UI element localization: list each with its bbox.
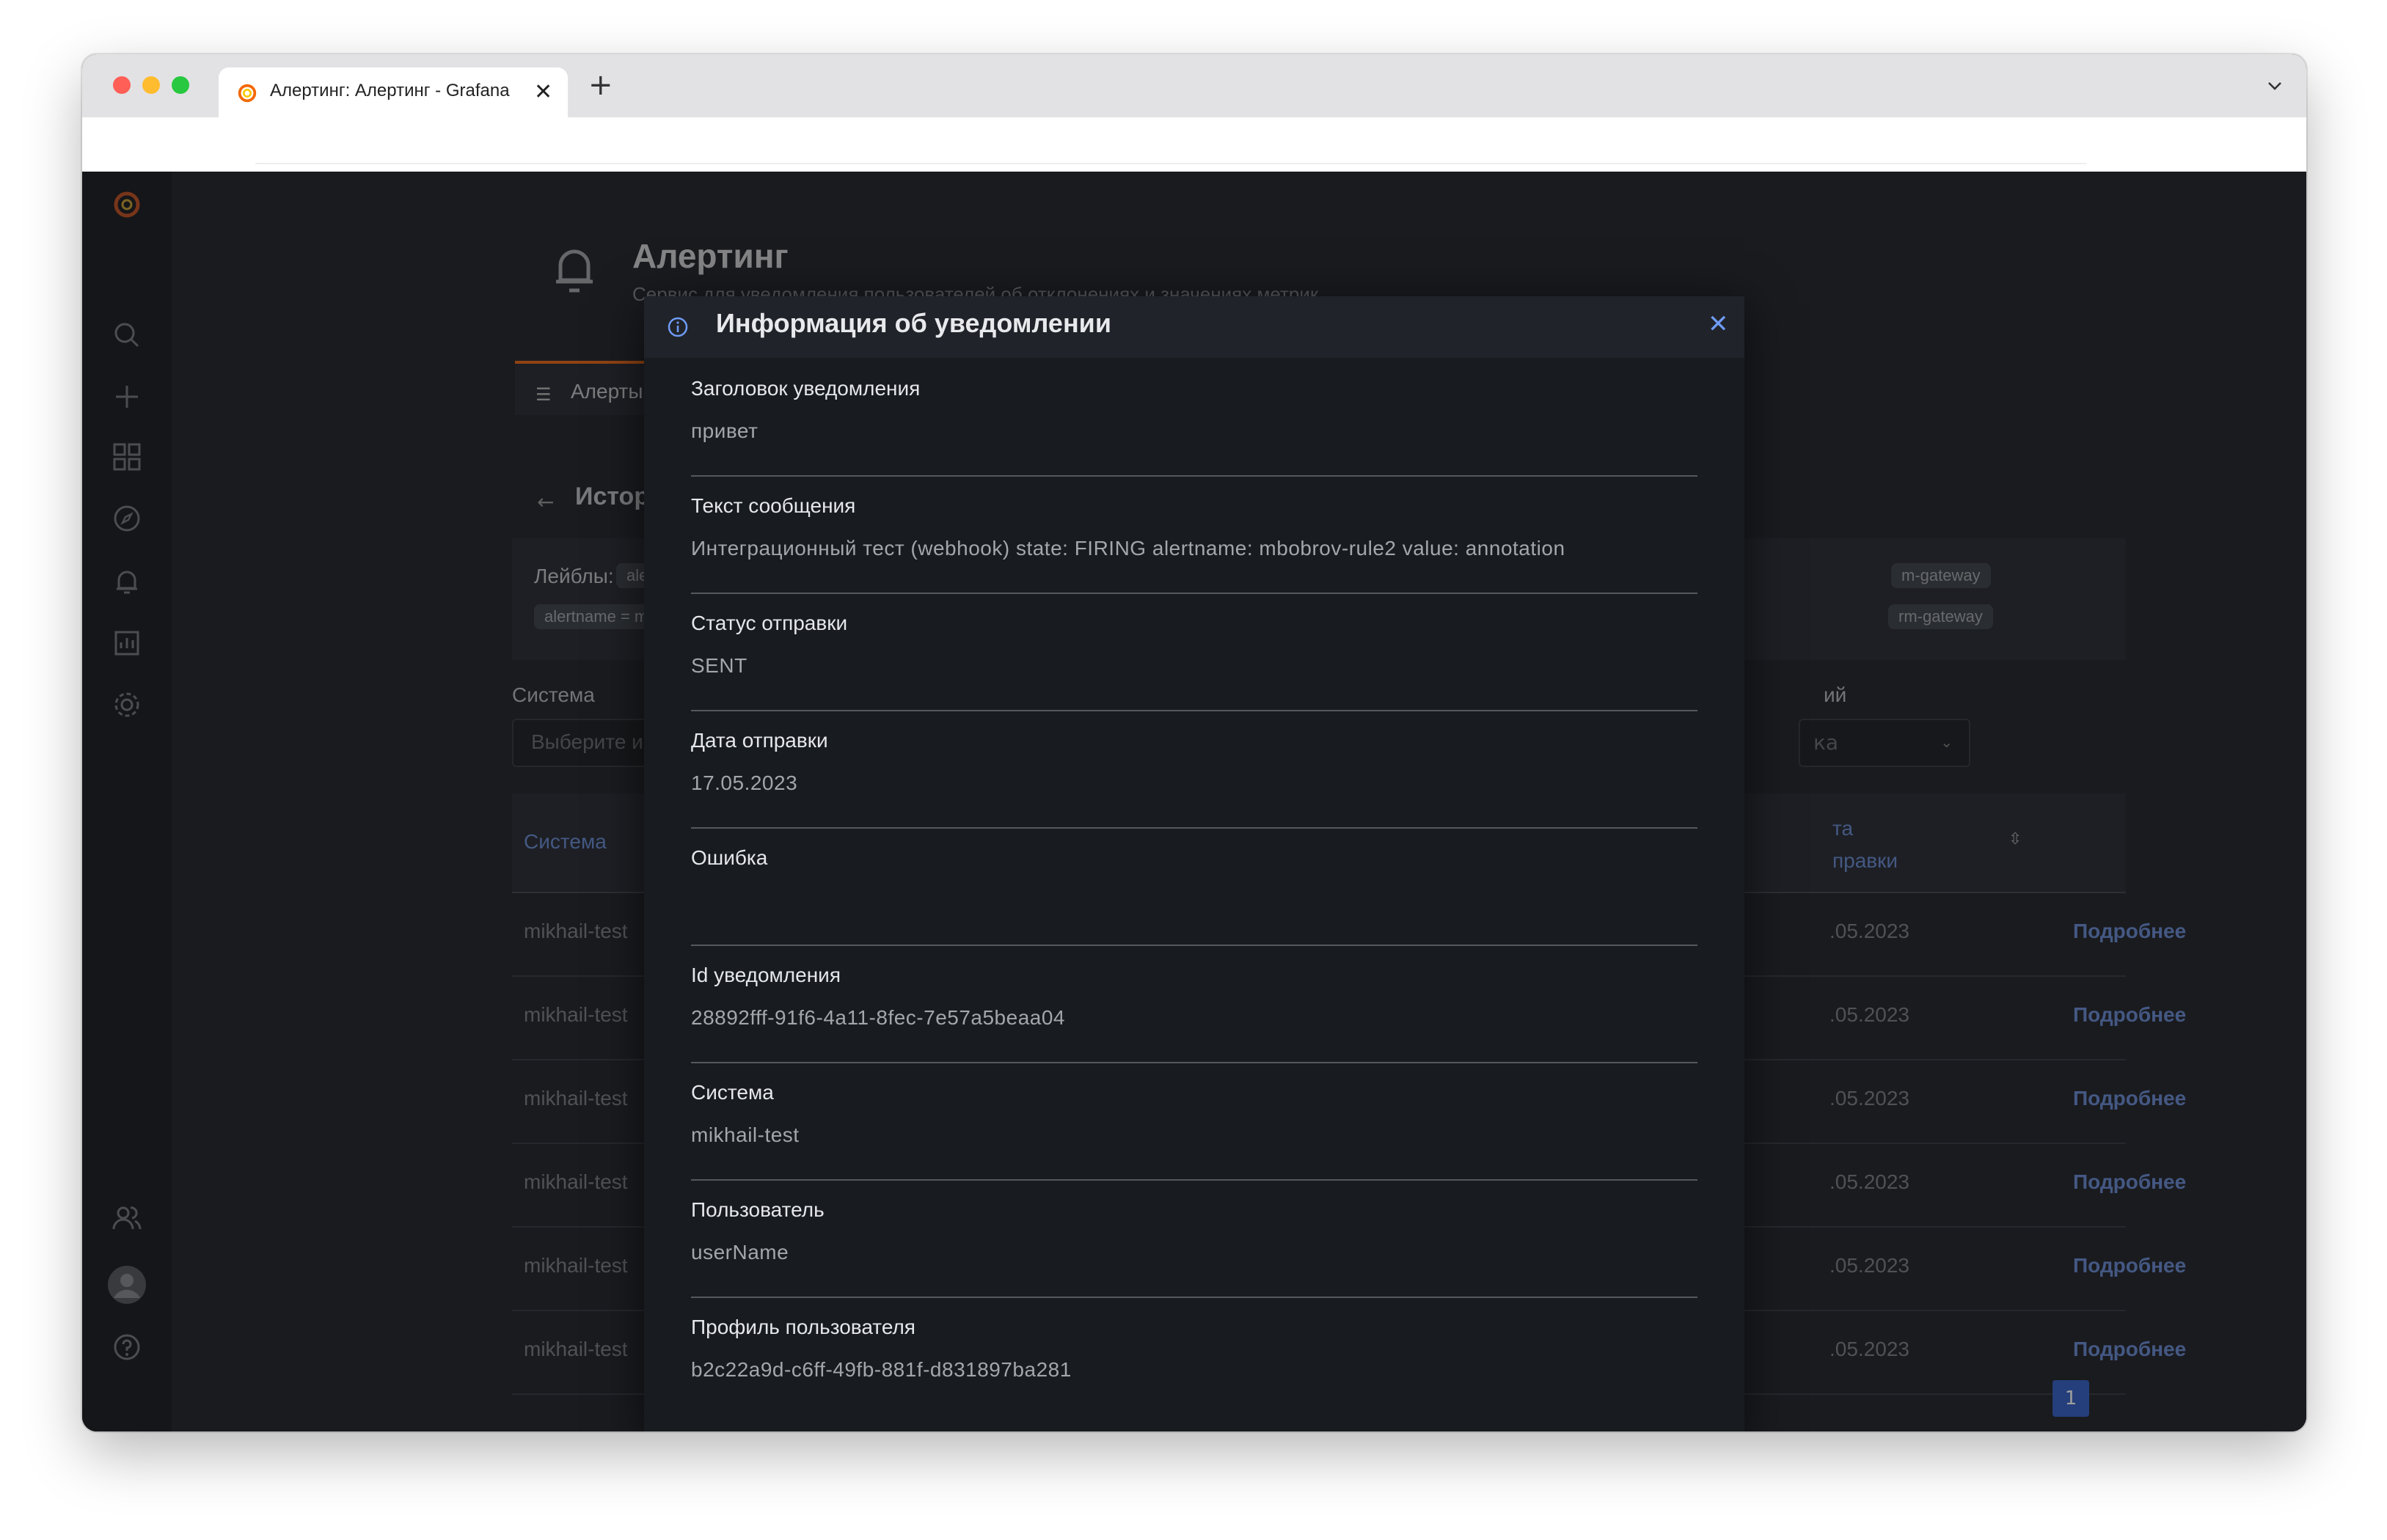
notification-info-modal: Информация об уведомлении ✕ Заголовок ув… — [644, 296, 1744, 1431]
info-icon — [668, 317, 688, 337]
modal-header: Информация об уведомлении ✕ — [644, 296, 1744, 358]
browser-tab-title: Алертинг: Алертинг - Grafana — [270, 81, 510, 100]
modal-title: Информация об уведомлении — [716, 308, 1111, 338]
field-send-status: Статус отправки SENT — [691, 593, 1697, 711]
field-value: mikhail-test — [691, 1123, 800, 1146]
field-value: привет — [691, 419, 758, 442]
field-value: 17.05.2023 — [691, 771, 798, 794]
field-value: userName — [691, 1241, 789, 1264]
field-label: Статус отправки — [691, 612, 848, 634]
field-label: Id уведомления — [691, 964, 841, 986]
field-label: Текст сообщения — [691, 494, 856, 517]
field-label: Дата отправки — [691, 729, 828, 752]
field-value: SENT — [691, 654, 747, 677]
field-label: Профиль пользователя — [691, 1316, 915, 1338]
field-value: b2c22a9d-c6ff-49fb-881f-d831897ba281 — [691, 1358, 1072, 1381]
new-tab-button[interactable]: + — [588, 70, 613, 100]
close-icon[interactable]: ✕ — [1708, 309, 1729, 339]
close-window-button[interactable] — [113, 76, 131, 94]
browser-tab-bar: Алертинг: Алертинг - Grafana ✕ + — [82, 54, 2306, 117]
field-label: Система — [691, 1081, 774, 1104]
field-value: 28892fff-91f6-4a11-8fec-7e57a5beaa04 — [691, 1006, 1065, 1029]
address-divider — [255, 163, 2086, 164]
field-error: Ошибка — [691, 827, 1697, 946]
field-user-profile: Профиль пользователя b2c22a9d-c6ff-49fb-… — [691, 1297, 1697, 1414]
address-bar — [82, 117, 2306, 172]
field-value: Интеграционный тест (webhook) state: FIR… — [691, 537, 1565, 560]
grafana-app: Алертинг Сервис для уведомления пользова… — [82, 172, 2306, 1431]
grafana-logo-icon — [238, 84, 257, 103]
chevron-down-icon[interactable] — [2264, 75, 2286, 97]
browser-tab[interactable]: Алертинг: Алертинг - Grafana ✕ — [219, 67, 568, 117]
tab-close-icon[interactable]: ✕ — [534, 79, 552, 105]
browser-window: Алертинг: Алертинг - Grafana ✕ + Алертин… — [82, 54, 2306, 1431]
field-label: Заголовок уведомления — [691, 377, 921, 400]
field-notification-id: Id уведомления 28892fff-91f6-4a11-8fec-7… — [691, 945, 1697, 1063]
field-label: Пользователь — [691, 1198, 825, 1221]
field-user: Пользователь userName — [691, 1179, 1697, 1298]
field-label: Ошибка — [691, 846, 768, 869]
maximize-window-button[interactable] — [172, 76, 189, 94]
field-notification-title: Заголовок уведомления привет — [691, 358, 1697, 477]
minimize-window-button[interactable] — [142, 76, 160, 94]
field-send-date: Дата отправки 17.05.2023 — [691, 710, 1697, 829]
field-message-text: Текст сообщения Интеграционный тест (web… — [691, 475, 1697, 594]
field-system: Система mikhail-test — [691, 1062, 1697, 1181]
